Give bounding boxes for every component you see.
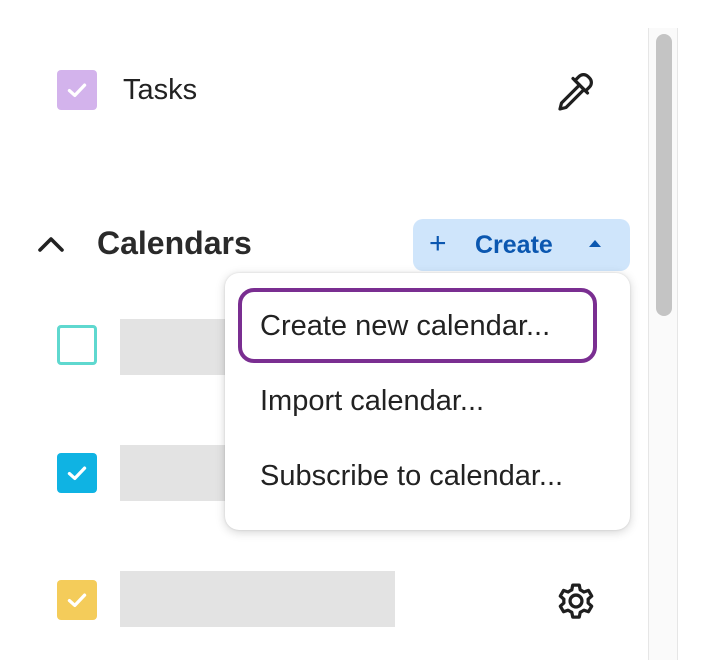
menu-item-subscribe-to-calendar[interactable]: Subscribe to calendar... (260, 459, 563, 493)
create-button-label: Create (475, 231, 553, 259)
calendar-name-1 (120, 319, 230, 375)
chevron-up-icon[interactable] (36, 230, 66, 260)
calendar-name-3 (120, 571, 395, 627)
calendar-checkbox-1[interactable] (57, 325, 97, 365)
tasks-checkbox[interactable] (57, 70, 97, 110)
calendars-title: Calendars (97, 225, 252, 261)
calendar-checkbox-2[interactable] (57, 453, 97, 493)
checkmark-icon (67, 83, 87, 98)
eyedropper-icon[interactable] (552, 70, 596, 114)
create-button[interactable]: + Create (413, 219, 630, 271)
scrollbar-thumb[interactable] (656, 34, 672, 316)
calendar-checkbox-3[interactable] (57, 580, 97, 620)
create-menu: Create new calendar... Import calendar..… (225, 273, 630, 530)
calendar-name-2 (120, 445, 230, 501)
menu-item-import-calendar[interactable]: Import calendar... (260, 384, 484, 418)
caret-up-icon (589, 240, 601, 247)
plus-icon: + (429, 227, 447, 260)
gear-icon[interactable] (553, 578, 599, 624)
checkmark-icon (67, 593, 87, 608)
checkmark-icon (67, 466, 87, 481)
tasks-label: Tasks (123, 74, 198, 106)
menu-item-create-new-calendar[interactable]: Create new calendar... (260, 309, 550, 343)
